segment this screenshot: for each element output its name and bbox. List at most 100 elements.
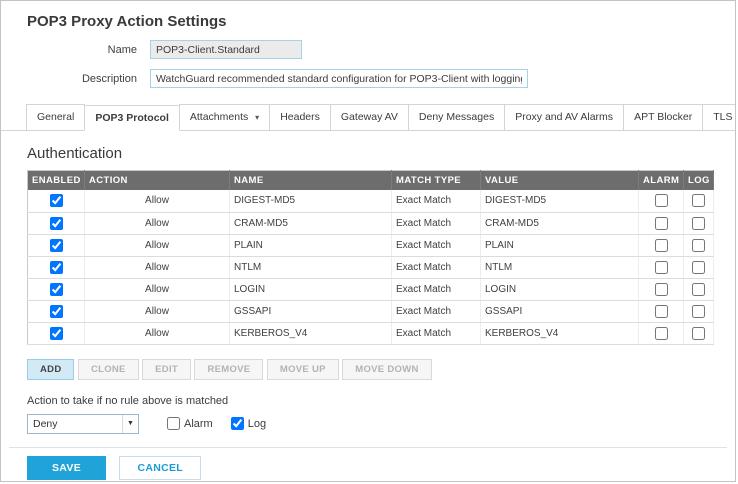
cell-enabled	[28, 234, 85, 256]
tab-tls[interactable]: TLS	[702, 104, 736, 130]
no-rule-log-label: Log	[248, 418, 266, 430]
cell-name: NTLM	[230, 256, 392, 278]
section-heading: Authentication	[27, 145, 735, 162]
cell-log	[684, 234, 714, 256]
row-log-checkbox[interactable]	[692, 327, 705, 340]
cell-action: Allow	[85, 190, 230, 212]
save-button[interactable]: SAVE	[27, 456, 106, 480]
no-rule-action-select-wrap: Deny ▼	[27, 414, 139, 434]
table-row[interactable]: Allow LOGIN Exact Match LOGIN	[28, 278, 714, 300]
cell-log	[684, 278, 714, 300]
tab-proxy-and-av-alarms[interactable]: Proxy and AV Alarms	[504, 104, 624, 130]
tab-attachments[interactable]: Attachments ▾	[179, 104, 270, 130]
tab-apt-blocker[interactable]: APT Blocker	[623, 104, 703, 130]
table-row[interactable]: Allow KERBEROS_V4 Exact Match KERBEROS_V…	[28, 322, 714, 344]
row-enabled-checkbox[interactable]	[50, 305, 63, 318]
table-row[interactable]: Allow DIGEST-MD5 Exact Match DIGEST-MD5	[28, 190, 714, 212]
remove-button[interactable]: REMOVE	[194, 359, 263, 380]
description-input[interactable]	[150, 69, 528, 88]
cell-log	[684, 190, 714, 212]
description-label: Description	[27, 73, 137, 85]
row-alarm-checkbox[interactable]	[655, 239, 668, 252]
cell-value: CRAM-MD5	[481, 212, 639, 234]
cancel-button[interactable]: CANCEL	[119, 456, 201, 480]
cell-alarm	[639, 234, 684, 256]
row-alarm-checkbox[interactable]	[655, 217, 668, 230]
row-log-checkbox[interactable]	[692, 239, 705, 252]
table-row[interactable]: Allow PLAIN Exact Match PLAIN	[28, 234, 714, 256]
table-header-row: ENABLED ACTION NAME MATCH TYPE VALUE ALA…	[28, 171, 714, 191]
row-log-checkbox[interactable]	[692, 217, 705, 230]
table-row[interactable]: Allow NTLM Exact Match NTLM	[28, 256, 714, 278]
clone-button[interactable]: CLONE	[78, 359, 139, 380]
row-alarm-checkbox[interactable]	[655, 327, 668, 340]
cell-action: Allow	[85, 234, 230, 256]
add-button[interactable]: ADD	[27, 359, 74, 380]
row-log-checkbox[interactable]	[692, 305, 705, 318]
cell-enabled	[28, 212, 85, 234]
cell-enabled	[28, 322, 85, 344]
row-log-checkbox[interactable]	[692, 194, 705, 207]
cell-name: KERBEROS_V4	[230, 322, 392, 344]
cell-action: Allow	[85, 212, 230, 234]
tab-deny-messages[interactable]: Deny Messages	[408, 104, 505, 130]
tab-general[interactable]: General	[26, 104, 85, 130]
cell-value: KERBEROS_V4	[481, 322, 639, 344]
row-log-checkbox[interactable]	[692, 283, 705, 296]
cell-match-type: Exact Match	[392, 300, 481, 322]
table-row[interactable]: Allow CRAM-MD5 Exact Match CRAM-MD5	[28, 212, 714, 234]
cell-log	[684, 256, 714, 278]
cell-log	[684, 322, 714, 344]
move-down-button[interactable]: MOVE DOWN	[342, 359, 431, 380]
table-row[interactable]: Allow GSSAPI Exact Match GSSAPI	[28, 300, 714, 322]
no-rule-action-select[interactable]: Deny	[27, 414, 139, 434]
no-rule-log-checkbox-row: Log	[231, 417, 266, 430]
row-alarm-checkbox[interactable]	[655, 261, 668, 274]
cell-name: CRAM-MD5	[230, 212, 392, 234]
no-rule-alarm-checkbox[interactable]	[167, 417, 180, 430]
col-header-log: LOG	[684, 171, 714, 191]
cell-name: GSSAPI	[230, 300, 392, 322]
name-row: Name	[27, 40, 735, 59]
row-enabled-checkbox[interactable]	[50, 239, 63, 252]
cell-alarm	[639, 256, 684, 278]
row-enabled-checkbox[interactable]	[50, 194, 63, 207]
cell-match-type: Exact Match	[392, 278, 481, 300]
footer: SAVE CANCEL	[27, 456, 735, 480]
cell-name: PLAIN	[230, 234, 392, 256]
cell-name: LOGIN	[230, 278, 392, 300]
cell-value: PLAIN	[481, 234, 639, 256]
row-enabled-checkbox[interactable]	[50, 261, 63, 274]
cell-enabled	[28, 256, 85, 278]
row-alarm-checkbox[interactable]	[655, 283, 668, 296]
cell-enabled	[28, 190, 85, 212]
row-enabled-checkbox[interactable]	[50, 217, 63, 230]
row-enabled-checkbox[interactable]	[50, 283, 63, 296]
row-enabled-checkbox[interactable]	[50, 327, 63, 340]
tab-headers[interactable]: Headers	[269, 104, 331, 130]
no-rule-log-checkbox[interactable]	[231, 417, 244, 430]
tab-pop3-protocol[interactable]: POP3 Protocol	[84, 105, 180, 131]
row-alarm-checkbox[interactable]	[655, 194, 668, 207]
col-header-action: ACTION	[85, 171, 230, 191]
name-label: Name	[27, 44, 137, 56]
col-header-value: VALUE	[481, 171, 639, 191]
cell-match-type: Exact Match	[392, 234, 481, 256]
no-rule-label: Action to take if no rule above is match…	[27, 395, 735, 407]
cell-value: GSSAPI	[481, 300, 639, 322]
cell-alarm	[639, 190, 684, 212]
cell-match-type: Exact Match	[392, 190, 481, 212]
row-log-checkbox[interactable]	[692, 261, 705, 274]
cell-alarm	[639, 300, 684, 322]
name-input[interactable]	[150, 40, 302, 59]
cell-log	[684, 300, 714, 322]
edit-button[interactable]: EDIT	[142, 359, 191, 380]
tab-gateway-av[interactable]: Gateway AV	[330, 104, 409, 130]
row-alarm-checkbox[interactable]	[655, 305, 668, 318]
col-header-enabled: ENABLED	[28, 171, 85, 191]
cell-match-type: Exact Match	[392, 322, 481, 344]
cell-log	[684, 212, 714, 234]
chevron-down-icon: ▾	[255, 113, 259, 122]
move-up-button[interactable]: MOVE UP	[267, 359, 339, 380]
col-header-name: NAME	[230, 171, 392, 191]
